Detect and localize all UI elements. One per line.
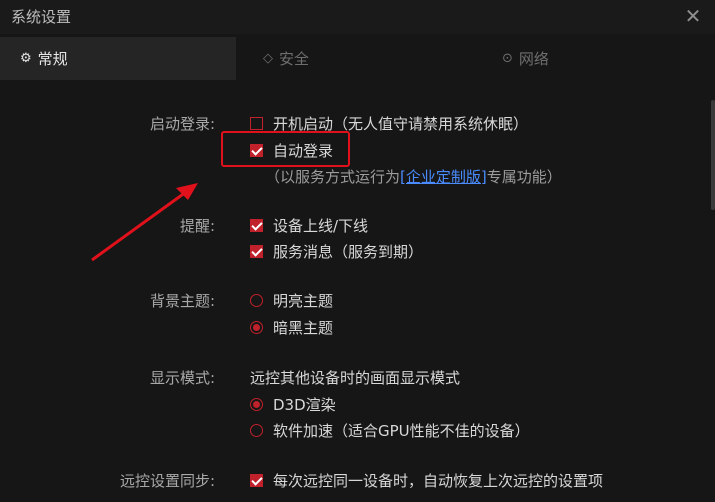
d3d-render-option[interactable]: D3D渲染 [250,394,336,415]
restore-settings-text: 每次远控同一设备时，自动恢复上次远控的设置项 [273,472,604,490]
dark-theme-option[interactable]: 暗黑主题 [250,317,333,338]
device-online-text: 设备上线/下线 [273,217,369,235]
display-mode-description: 远控其他设备时的画面显示模式 [250,369,461,387]
d3d-render-text: D3D渲染 [273,396,336,414]
light-theme-radio[interactable] [250,294,263,307]
display-mode-label: 显示模式: [149,369,215,387]
sync-label: 远控设置同步: [119,472,215,490]
reminder-label: 提醒: [179,217,215,235]
d3d-render-radio[interactable] [250,398,263,411]
theme-label: 背景主题: [149,292,215,310]
software-accel-radio[interactable] [250,424,263,437]
service-message-text: 服务消息（服务到期） [273,243,424,261]
light-theme-option[interactable]: 明亮主题 [250,290,333,311]
service-message-checkbox[interactable] [250,245,263,258]
dark-theme-text: 暗黑主题 [273,319,334,337]
software-accel-text: 软件加速（适合GPU性能不佳的设备） [273,422,530,440]
device-online-checkbox[interactable] [250,219,263,232]
service-message-option[interactable]: 服务消息（服务到期） [250,241,423,262]
dark-theme-radio[interactable] [250,321,263,334]
restore-settings-option[interactable]: 每次远控同一设备时，自动恢复上次远控的设置项 [250,470,603,491]
restore-settings-checkbox[interactable] [250,474,263,487]
software-accel-option[interactable]: 软件加速（适合GPU性能不佳的设备） [250,420,530,441]
light-theme-text: 明亮主题 [273,292,334,310]
settings-window: 系统设置 ✕ ⚙ 常规 ◇ 安全 ⊙ 网络 启动登录: 开机启动（无人值守请禁用… [0,0,715,502]
device-online-option[interactable]: 设备上线/下线 [250,215,368,236]
